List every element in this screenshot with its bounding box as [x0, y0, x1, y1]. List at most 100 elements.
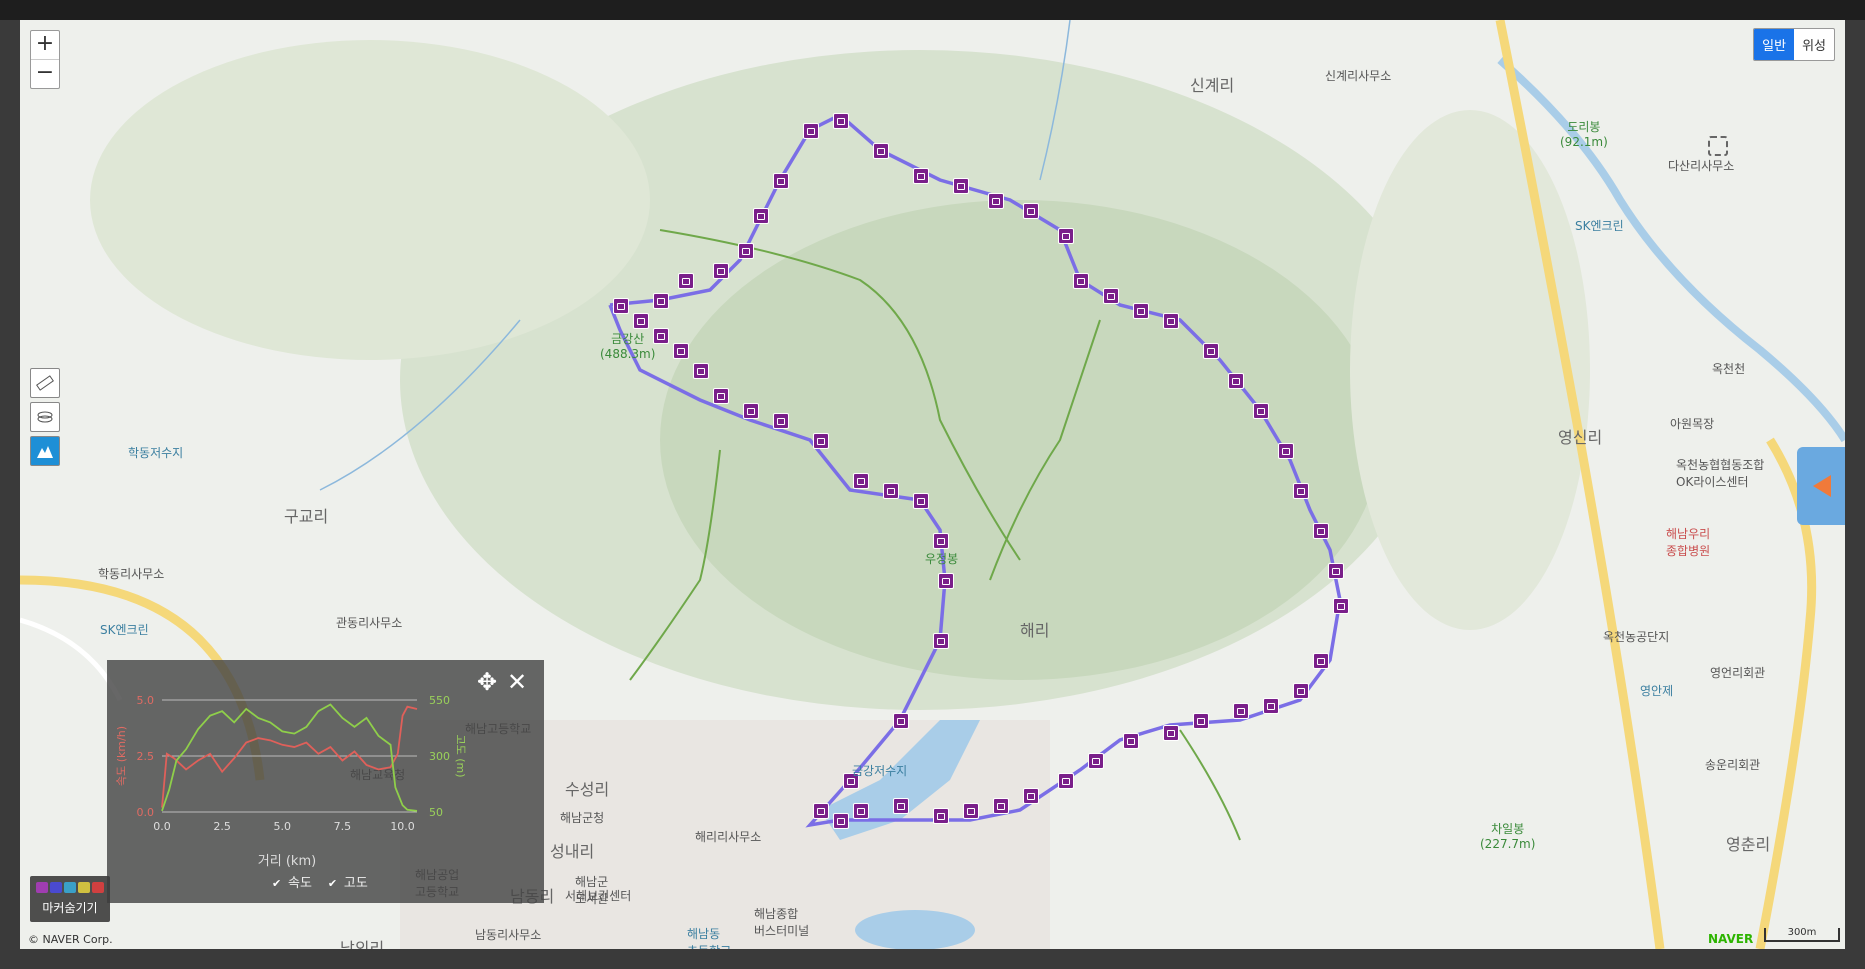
photo-marker[interactable] [1073, 273, 1089, 289]
map-view[interactable]: 신계리 신계리사무소 도리봉 (92.1m) 다산리사무소 SK엔크린 옥천천 아원목장 영신… [20, 20, 1845, 949]
photo-marker[interactable] [883, 483, 899, 499]
photo-marker[interactable] [1228, 373, 1244, 389]
photo-marker[interactable] [653, 293, 669, 309]
check-icon: ✔ [327, 877, 338, 890]
photo-marker[interactable] [693, 363, 709, 379]
photo-marker[interactable] [988, 193, 1004, 209]
photo-marker[interactable] [1023, 788, 1039, 804]
photo-marker[interactable] [953, 178, 969, 194]
y-right-tick: 550 [429, 694, 450, 707]
photo-marker[interactable] [678, 273, 694, 289]
chart-close-button[interactable]: ✕ [507, 668, 527, 696]
photo-marker[interactable] [913, 493, 929, 509]
photo-marker[interactable] [893, 713, 909, 729]
place-label: 금강산 (488.3m) [600, 332, 656, 361]
area-icon [37, 411, 53, 423]
photo-marker[interactable] [713, 388, 729, 404]
photo-marker[interactable] [1313, 523, 1329, 539]
photo-marker[interactable] [1293, 683, 1309, 699]
photo-marker[interactable] [813, 433, 829, 449]
map-type-satellite[interactable]: 위성 [1794, 29, 1834, 60]
photo-marker[interactable] [1058, 773, 1074, 789]
top-toolbar [0, 0, 1865, 20]
photo-marker[interactable] [773, 413, 789, 429]
photo-marker[interactable] [893, 798, 909, 814]
photo-marker[interactable] [938, 573, 954, 589]
map-type-normal[interactable]: 일반 [1754, 29, 1795, 60]
series-line-speed [161, 705, 418, 808]
photo-marker[interactable] [873, 143, 889, 159]
photo-marker[interactable] [743, 403, 759, 419]
photo-marker[interactable] [1253, 403, 1269, 419]
photo-marker[interactable] [853, 803, 869, 819]
y-left-tick: 5.0 [137, 694, 155, 707]
photo-marker[interactable] [753, 208, 769, 224]
speed-toggle[interactable]: ✔ 속도 [272, 872, 312, 891]
mountain-icon [37, 446, 53, 458]
place-label: 차일봉 (227.7m) [1480, 822, 1536, 851]
y-right-tick: 300 [429, 750, 450, 763]
place-label: 옥천농협협동조합 OK라이스센터 [1676, 458, 1765, 489]
photo-marker[interactable] [1023, 203, 1039, 219]
photo-marker[interactable] [1058, 228, 1074, 244]
photo-marker[interactable] [1163, 725, 1179, 741]
marker-swatch [78, 882, 90, 893]
photo-marker[interactable] [1328, 563, 1344, 579]
photo-marker[interactable] [803, 123, 819, 139]
chart-move-button[interactable]: ✥ [477, 668, 497, 696]
photo-marker[interactable] [913, 168, 929, 184]
elevation-toggle[interactable]: ✔ 고도 [328, 872, 368, 891]
area-tool-button[interactable] [30, 402, 60, 432]
hide-markers-button[interactable]: 마커숨기기 [30, 876, 110, 922]
locate-icon[interactable] [1708, 136, 1728, 156]
photo-marker[interactable] [933, 533, 949, 549]
elevation-tool-button[interactable] [30, 436, 60, 466]
place-label: 아원목장 [1670, 417, 1715, 431]
photo-marker[interactable] [833, 113, 849, 129]
photo-marker[interactable] [963, 803, 979, 819]
photo-marker[interactable] [933, 633, 949, 649]
place-label: 해남종합 버스터미널 [754, 907, 810, 938]
photo-marker[interactable] [713, 263, 729, 279]
photo-marker[interactable] [1278, 443, 1294, 459]
side-panel-toggle[interactable] [1797, 447, 1845, 525]
series-toggles: ✔ 속도 ✔ 고도 [272, 872, 368, 891]
photo-marker[interactable] [613, 298, 629, 314]
photo-marker[interactable] [1123, 733, 1139, 749]
marker-swatch [92, 882, 104, 893]
y-right-label: 고도 (m) [454, 734, 467, 777]
x-tick: 5.0 [274, 820, 292, 833]
photo-marker[interactable] [1088, 753, 1104, 769]
photo-marker[interactable] [1263, 698, 1279, 714]
photo-marker[interactable] [1313, 653, 1329, 669]
photo-marker[interactable] [833, 813, 849, 829]
chart-xlabel: 거리 (km) [257, 854, 317, 869]
photo-marker[interactable] [1333, 598, 1349, 614]
photo-marker[interactable] [633, 313, 649, 329]
photo-marker[interactable] [933, 808, 949, 824]
ruler-tool-button[interactable] [30, 368, 60, 398]
place-label: 해리리사무소 [695, 830, 762, 844]
y-left-tick: 2.5 [137, 750, 155, 763]
place-label: 수성리 [565, 780, 610, 799]
zoom-out-button[interactable]: − [31, 59, 59, 88]
photo-marker[interactable] [813, 803, 829, 819]
y-left-tick: 0.0 [137, 806, 155, 819]
photo-marker[interactable] [738, 243, 754, 259]
photo-marker[interactable] [1193, 713, 1209, 729]
zoom-in-button[interactable]: + [31, 31, 59, 59]
photo-marker[interactable] [773, 173, 789, 189]
photo-marker[interactable] [1133, 303, 1149, 319]
photo-marker[interactable] [1233, 703, 1249, 719]
photo-marker[interactable] [1103, 288, 1119, 304]
place-label: 관동리사무소 [336, 616, 403, 630]
photo-marker[interactable] [1203, 343, 1219, 359]
photo-marker[interactable] [993, 798, 1009, 814]
photo-marker[interactable] [1163, 313, 1179, 329]
photo-marker[interactable] [673, 343, 689, 359]
marker-color-swatches [36, 882, 110, 893]
place-label: 해남동 초등학교 [687, 927, 731, 949]
x-tick: 7.5 [334, 820, 352, 833]
photo-marker[interactable] [853, 473, 869, 489]
photo-marker[interactable] [1293, 483, 1309, 499]
